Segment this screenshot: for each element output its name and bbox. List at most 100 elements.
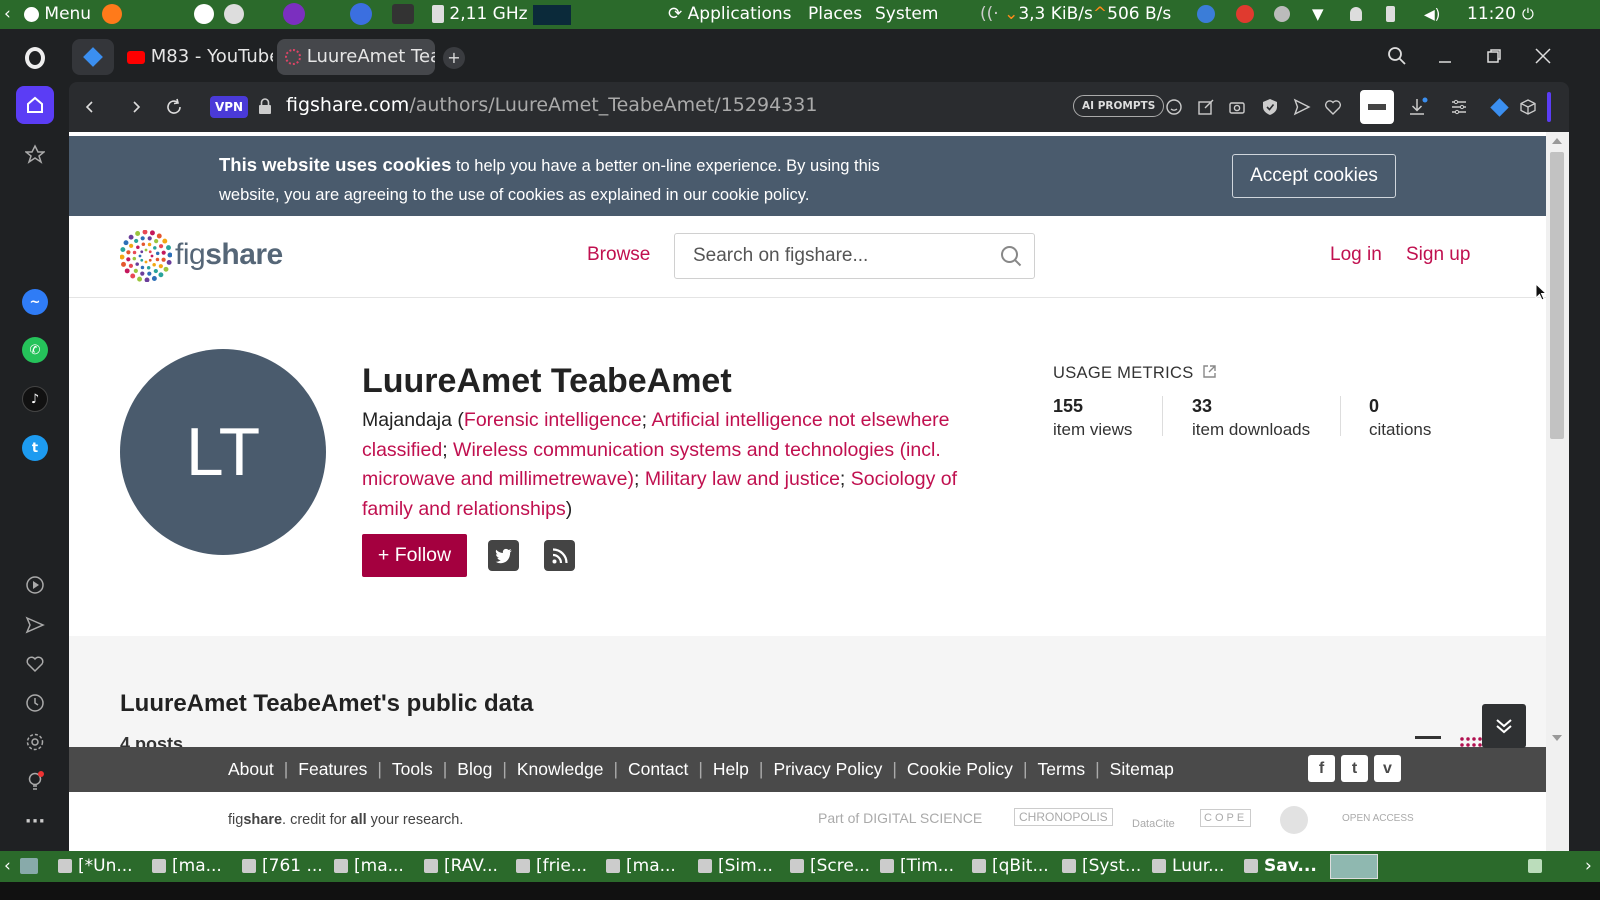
restore-button[interactable] [1479, 41, 1509, 71]
forward-button[interactable] [121, 92, 151, 122]
opera-menu-button[interactable] [16, 39, 54, 77]
power-button[interactable]: ⏻ [1522, 0, 1534, 29]
twitter-share-button[interactable] [488, 540, 519, 571]
taskbar-item[interactable]: [ma... [334, 851, 404, 882]
vpn-badge[interactable]: VPN [210, 96, 248, 118]
browse-link[interactable]: Browse [587, 244, 650, 266]
tray-bell[interactable] [1350, 0, 1362, 29]
taskbar-left-arrow[interactable]: ‹ [4, 851, 11, 882]
taskbar-item[interactable]: [frie... [516, 851, 587, 882]
wallet-extension-button[interactable] [1487, 95, 1511, 119]
close-window-button[interactable] [1528, 41, 1558, 71]
usage-metrics-link[interactable]: USAGE METRICS [1053, 364, 1217, 383]
seal-logo[interactable] [1280, 806, 1308, 834]
sidebar-whatsapp[interactable]: ✆ [16, 331, 54, 369]
signup-link[interactable]: Sign up [1406, 244, 1470, 266]
padlock-icon[interactable] [258, 98, 272, 119]
login-link[interactable]: Log in [1330, 244, 1382, 266]
tab-search-button[interactable] [1382, 41, 1412, 71]
show-desktop-button[interactable] [20, 851, 44, 882]
taskbar-item[interactable]: [RAV... [424, 851, 498, 882]
launcher-opera[interactable] [350, 0, 372, 29]
footer-link-sitemap[interactable]: Sitemap [1110, 759, 1174, 779]
search-icon[interactable] [1000, 245, 1022, 267]
share-button[interactable] [1194, 95, 1218, 119]
taskbar-item[interactable]: [qBit... [972, 851, 1049, 882]
sidebar-home[interactable] [16, 86, 54, 124]
scroll-to-top-button[interactable] [1482, 704, 1526, 748]
taskbar-item[interactable]: Sav... [1244, 851, 1317, 882]
accept-cookies-button[interactable]: Accept cookies [1232, 154, 1396, 198]
tray-qbittorrent[interactable] [1197, 0, 1215, 29]
figshare-logo-icon[interactable] [120, 230, 172, 282]
taskbar-item[interactable]: [ma... [152, 851, 222, 882]
launcher-terminal[interactable] [392, 0, 414, 29]
sidebar-more[interactable]: ··· [16, 802, 54, 840]
taskbar-right-arrow[interactable]: › [1585, 851, 1592, 882]
open-access-logo[interactable]: OPEN ACCESS [1342, 813, 1414, 824]
reader-extension-button[interactable] [1360, 90, 1394, 124]
taskbar-item[interactable]: [*Un... [58, 851, 133, 882]
cookie-policy-link[interactable]: cookie policy [712, 186, 805, 204]
snapshot-button[interactable] [1225, 95, 1249, 119]
footer-link-tools[interactable]: Tools [392, 759, 433, 779]
scroll-down-arrow[interactable] [1552, 735, 1562, 741]
system-menu-button[interactable]: Menu [24, 0, 91, 29]
send-to-flow-button[interactable] [1290, 95, 1314, 119]
back-button[interactable] [75, 92, 105, 122]
downloads-button[interactable] [1406, 95, 1430, 119]
sidebar-pinboards[interactable] [16, 135, 54, 173]
taskbar-item[interactable]: [Sim... [698, 851, 773, 882]
launcher-a[interactable] [194, 0, 214, 29]
sidebar-settings[interactable] [16, 723, 54, 761]
sidebar-history[interactable] [16, 684, 54, 722]
bookmark-button[interactable] [1321, 95, 1345, 119]
sidebar-messenger[interactable]: ~ [16, 283, 54, 321]
taskbar-item[interactable]: [ma... [606, 851, 676, 882]
launcher-settings[interactable] [224, 0, 244, 29]
datacite-logo[interactable]: DataCite [1132, 818, 1175, 830]
page-scrollbar[interactable] [1546, 132, 1569, 851]
adblock-button[interactable] [1258, 95, 1282, 119]
figshare-logo-text[interactable]: figshare [175, 238, 283, 272]
tray-wifi[interactable]: ▼ [1312, 0, 1324, 29]
category-link[interactable]: Forensic intelligence [464, 409, 642, 431]
taskbar-item[interactable]: [Tim... [880, 851, 954, 882]
ai-prompts-button[interactable]: AI PROMPTS [1073, 95, 1165, 117]
scroll-thumb[interactable] [1550, 152, 1564, 439]
category-link[interactable]: Military law and justice [645, 468, 840, 490]
tray-volume[interactable]: ◀) [1424, 0, 1440, 29]
sidebar-toggle-indicator[interactable] [1547, 92, 1551, 122]
sidebar-tips[interactable] [16, 762, 54, 800]
tab-workspace[interactable] [72, 39, 114, 75]
clock[interactable]: 11:20 [1467, 0, 1516, 29]
footer-link-contact[interactable]: Contact [628, 759, 688, 779]
chronopolis-logo[interactable]: CHRONOPOLIS [1014, 808, 1113, 826]
panel-left-arrow[interactable]: ‹ [4, 0, 11, 29]
taskbar-item[interactable]: Luur... [1152, 851, 1224, 882]
rss-feed-button[interactable] [544, 540, 575, 571]
sidebar-tiktok[interactable]: ♪ [16, 380, 54, 418]
scroll-up-arrow[interactable] [1552, 138, 1562, 144]
footer-link-terms[interactable]: Terms [1037, 759, 1085, 779]
tab-figshare[interactable]: LuureAmet TeabeAmet [277, 39, 435, 75]
tray-updates[interactable] [1528, 851, 1548, 882]
vimeo-link[interactable]: v [1374, 755, 1401, 782]
new-tab-button[interactable]: + [443, 47, 465, 69]
sidebar-flow[interactable] [16, 606, 54, 644]
sidebar-bookmarks[interactable] [16, 645, 54, 683]
system-menu[interactable]: System [875, 0, 938, 29]
url-field[interactable]: figshare.com/authors/LuureAmet_TeabeAmet… [286, 94, 817, 116]
easy-setup-button[interactable] [1447, 95, 1471, 119]
digital-science-logo[interactable]: Part of DIGITAL SCIENCE [818, 810, 982, 826]
tray-battery[interactable] [1386, 0, 1395, 29]
facebook-link[interactable]: f [1308, 755, 1335, 782]
footer-link-cookie-policy[interactable]: Cookie Policy [907, 759, 1013, 779]
follow-button[interactable]: + Follow [362, 534, 467, 577]
footer-link-about[interactable]: About [228, 759, 274, 779]
taskbar-item[interactable]: [Scre... [790, 851, 870, 882]
emoji-button[interactable] [1162, 95, 1186, 119]
places-menu[interactable]: Places [808, 0, 862, 29]
taskbar-item[interactable]: [Syst... [1062, 851, 1141, 882]
cope-logo[interactable]: COPE [1200, 809, 1252, 827]
